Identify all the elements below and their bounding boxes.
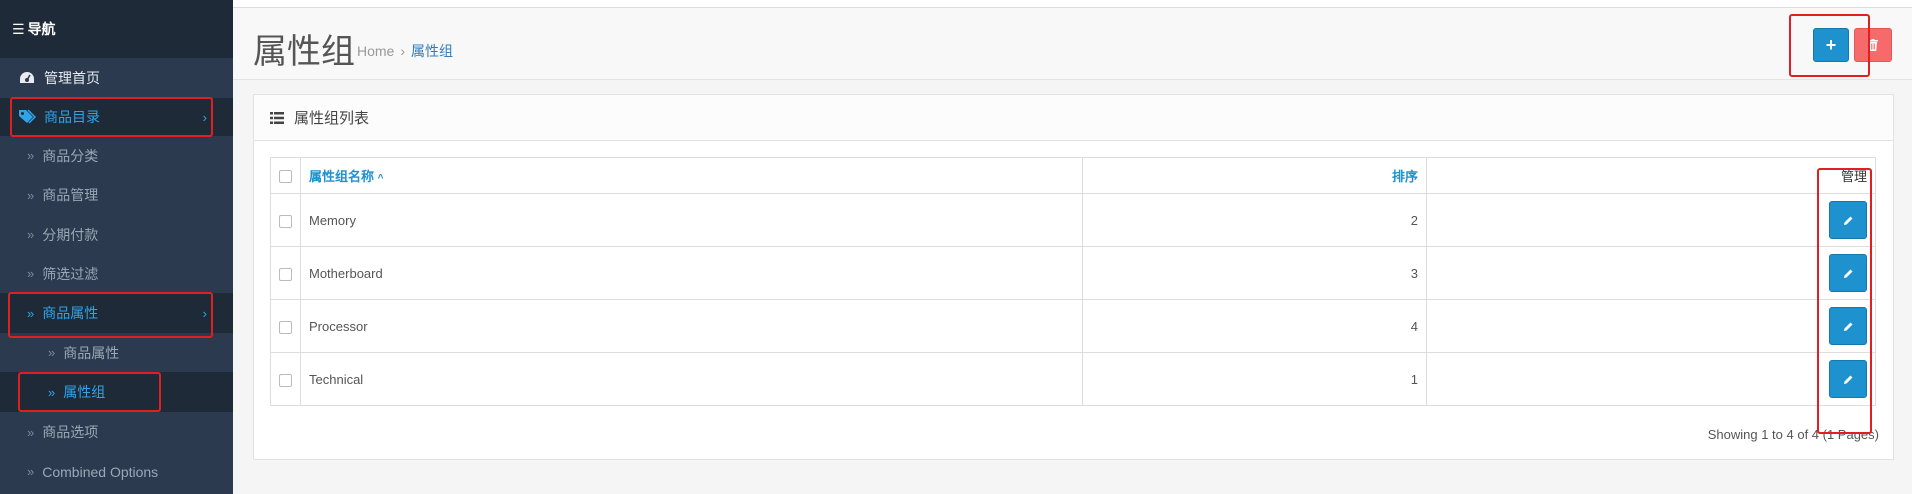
pencil-icon [1843, 375, 1852, 384]
table-row: Processor 4 [270, 299, 1876, 353]
row-sort: 4 [1082, 299, 1427, 353]
sidebar-item-dashboard[interactable]: 管理首页 [0, 58, 233, 98]
select-all-checkbox[interactable] [279, 170, 292, 184]
attribute-group-panel: 属性组列表 属性组名称 ^ 排序 管理 Memory 2 Motherboard… [253, 94, 1894, 460]
row-checkbox[interactable] [279, 267, 292, 281]
row-name: Motherboard [300, 246, 1083, 300]
sidebar-item-options[interactable]: » 商品选项 [0, 412, 233, 452]
row-name: Memory [300, 193, 1083, 247]
table-row: Memory 2 [270, 193, 1876, 247]
double-angle-right-icon: » [27, 187, 35, 203]
sidebar: ☰ 导航 管理首页 商品目录 › » 商品分类 » 商品管理 » 分期付款 » … [0, 0, 233, 494]
row-checkbox[interactable] [279, 320, 292, 334]
nav-title: 导航 [27, 21, 56, 37]
table-row: Technical 1 [270, 352, 1876, 406]
tags-icon [18, 108, 36, 126]
edit-button[interactable] [1829, 360, 1867, 398]
sidebar-item-attributes[interactable]: » 商品属性 › [0, 293, 233, 333]
row-sort: 2 [1082, 193, 1427, 247]
delete-button[interactable] [1854, 28, 1892, 62]
sidebar-item-label: 商品分类 [42, 147, 99, 164]
plus-icon: + [1825, 34, 1837, 55]
select-all-cell [270, 157, 301, 194]
sidebar-item-label: 商品属性 [42, 305, 99, 321]
row-sort: 3 [1082, 246, 1427, 300]
menu-icon[interactable]: ☰ [12, 21, 25, 38]
sidebar-item-label: 筛选过滤 [42, 265, 99, 282]
double-angle-right-icon: » [27, 227, 35, 242]
chevron-right-icon: › [202, 305, 207, 321]
panel-heading: 属性组列表 [254, 95, 1893, 141]
pagination-info: Showing 1 to 4 of 4 (1 Pages) [1707, 427, 1879, 442]
edit-button[interactable] [1829, 201, 1867, 239]
row-name: Technical [300, 352, 1083, 406]
sidebar-item-label: 管理首页 [44, 70, 100, 86]
sidebar-item-label: 分期付款 [42, 226, 99, 243]
sidebar-item-label: 商品管理 [42, 187, 99, 203]
row-checkbox[interactable] [279, 214, 292, 228]
row-name: Processor [300, 299, 1083, 353]
column-header-action: 管理 [1426, 157, 1876, 194]
sidebar-item-label: 商品选项 [42, 424, 99, 440]
double-angle-right-icon: » [27, 464, 35, 479]
row-checkbox[interactable] [279, 373, 292, 387]
breadcrumb-separator: › [400, 43, 406, 59]
sidebar-item-products[interactable]: » 商品管理 [0, 175, 233, 215]
sidebar-item-label: 商品属性 [63, 344, 120, 361]
list-icon [270, 111, 284, 124]
pencil-icon [1843, 216, 1852, 225]
page-header: 属性组 Home › 属性组 [233, 8, 1912, 80]
column-header-sort[interactable]: 排序 [1082, 157, 1427, 194]
pencil-icon [1843, 269, 1852, 278]
edit-button[interactable] [1829, 307, 1867, 345]
double-angle-right-icon: » [27, 305, 35, 321]
panel-title: 属性组列表 [294, 110, 370, 127]
double-angle-right-icon: » [27, 424, 35, 440]
sidebar-item-combined-options[interactable]: » Combined Options [0, 452, 233, 491]
row-sort: 1 [1082, 352, 1427, 406]
breadcrumb-current[interactable]: 属性组 [411, 43, 453, 59]
breadcrumb-home[interactable]: Home [357, 43, 394, 59]
column-header-name[interactable]: 属性组名称 ^ [300, 157, 1083, 194]
table-row: Motherboard 3 [270, 246, 1876, 300]
sidebar-item-categories[interactable]: » 商品分类 [0, 136, 233, 175]
double-angle-right-icon: » [48, 384, 56, 400]
breadcrumb: Home › 属性组 [357, 41, 453, 61]
sidebar-item-catalog[interactable]: 商品目录 › [0, 98, 233, 136]
double-angle-right-icon: » [27, 148, 35, 163]
nav-header: ☰ 导航 [0, 0, 233, 58]
edit-button[interactable] [1829, 254, 1867, 292]
double-angle-right-icon: » [27, 266, 35, 281]
add-button[interactable]: + [1813, 28, 1849, 62]
double-angle-right-icon: » [48, 345, 56, 360]
chevron-right-icon: › [202, 109, 207, 125]
sidebar-item-label: Combined Options [42, 463, 159, 480]
trash-icon [1868, 39, 1878, 51]
pencil-icon [1843, 322, 1852, 331]
sidebar-item-attribute-groups[interactable]: » 属性组 [0, 372, 233, 412]
attribute-group-table: 属性组名称 ^ 排序 管理 Memory 2 Motherboard 3 Pro… [270, 157, 1876, 406]
table-header-row: 属性组名称 ^ 排序 管理 [270, 157, 1876, 194]
dashboard-icon [18, 69, 36, 87]
top-navbar [233, 0, 1912, 8]
page-title: 属性组 [253, 33, 355, 71]
sidebar-item-filters[interactable]: » 筛选过滤 [0, 254, 233, 293]
sidebar-item-label: 商品目录 [44, 109, 100, 125]
sidebar-item-installments[interactable]: » 分期付款 [0, 215, 233, 254]
sort-asc-icon: ^ [377, 173, 384, 184]
sidebar-item-label: 属性组 [63, 384, 106, 400]
sidebar-item-attribute-list[interactable]: » 商品属性 [0, 333, 233, 372]
